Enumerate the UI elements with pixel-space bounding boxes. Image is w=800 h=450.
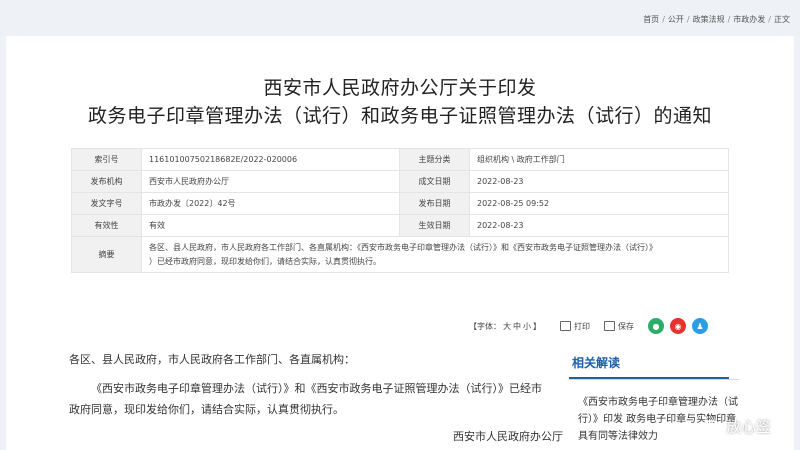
table-row: 摘要 各区、县人民政府，市人民政府各工作部门、各直属机构：《西安市政务电子印章管… — [71, 236, 729, 273]
salutation: 各区、县人民政府，市人民政府各工作部门、各直属机构： — [69, 353, 355, 366]
published-value: 2022-08-25 09:52 — [469, 192, 729, 215]
print-label: 打印 — [574, 321, 590, 331]
font-size-label: 【字体： — [469, 321, 501, 331]
wechat-share-icon[interactable]: ● — [648, 318, 664, 334]
font-size-control: 【字体：大中小】 — [468, 321, 542, 332]
index-label: 索引号 — [71, 148, 142, 171]
summary-label: 摘要 — [71, 236, 142, 273]
signature: 西安市人民政府办公厅 — [453, 430, 563, 443]
page-title-line2: 政务电子印章管理办法（试行）和政务电子证照管理办法（试行）的通知 — [87, 105, 712, 127]
validity-value: 有效 — [141, 214, 400, 237]
category-value: 组织机构 \ 政府工作部门 — [469, 148, 729, 171]
font-large-button[interactable]: 大 — [503, 322, 511, 331]
watermark: 放心签 — [700, 416, 771, 437]
effective-label: 生效日期 — [399, 214, 470, 237]
validity-label: 有效性 — [71, 214, 142, 237]
metadata-table: 索引号 11610100750218682E/2022-020006 主题分类 … — [71, 148, 729, 273]
watermark-text: 放心签 — [726, 418, 772, 436]
qq-share-icon[interactable]: ♟ — [692, 318, 708, 334]
sidebar-title: 相关解读 — [572, 356, 621, 370]
weibo-share-icon[interactable]: ◉ — [670, 318, 686, 334]
effective-value: 2022-08-23 — [469, 214, 729, 237]
sidebar-accent-line — [569, 377, 729, 379]
breadcrumb-current: 正文 — [774, 15, 790, 24]
font-size-end: 】 — [533, 321, 541, 331]
summary-line1: 各区、县人民政府，市人民政府各工作部门、各直属机构：《西安市政务电子印章管理办法… — [149, 242, 657, 252]
print-button[interactable]: 打印 — [560, 321, 590, 332]
created-value: 2022-08-23 — [469, 170, 729, 193]
table-row: 发布机构 西安市人民政府办公厅 成文日期 2022-08-23 — [71, 170, 729, 193]
sidebar-divider — [569, 379, 739, 380]
body-paragraph: 《西安市政务电子印章管理办法（试行）》和《西安市政务电子证照管理办法（试行）》已… — [69, 382, 542, 416]
printer-icon — [560, 321, 571, 331]
published-label: 发布日期 — [399, 192, 470, 215]
save-button[interactable]: 保存 — [604, 321, 634, 332]
watermark-logo-icon — [702, 419, 720, 437]
article-toolbar: 【字体：大中小】 打印 保存 ● ◉ ♟ — [468, 318, 714, 334]
category-label: 主题分类 — [399, 148, 470, 171]
font-small-button[interactable]: 小 — [523, 322, 531, 331]
summary-value: 各区、县人民政府，市人民政府各工作部门、各直属机构：《西安市政务电子印章管理办法… — [141, 236, 729, 273]
save-label: 保存 — [618, 321, 634, 331]
breadcrumb-home[interactable]: 首页 — [643, 15, 659, 24]
issuer-label: 发布机构 — [71, 170, 142, 193]
page-title-line1: 西安市人民政府办公厅关于印发 — [263, 77, 537, 99]
summary-line2: ）已经市政府同意，现印发给你们，请结合实际，认真贯彻执行。 — [149, 256, 381, 266]
created-label: 成文日期 — [399, 170, 470, 193]
breadcrumb: 首页 / 公开 / 政策法规 / 市政办发 / 正文 — [643, 15, 790, 24]
breadcrumb-public[interactable]: 公开 — [668, 15, 684, 24]
font-medium-button[interactable]: 中 — [513, 322, 521, 331]
save-icon — [604, 321, 615, 331]
issuer-value: 西安市人民政府办公厅 — [141, 170, 400, 193]
index-value: 11610100750218682E/2022-020006 — [141, 148, 400, 171]
breadcrumb-policy[interactable]: 政策法规 — [693, 15, 725, 24]
docno-value: 市政办发〔2022〕42号 — [141, 192, 400, 215]
table-row: 有效性 有效 生效日期 2022-08-23 — [71, 214, 729, 237]
breadcrumb-municipal[interactable]: 市政办发 — [733, 15, 765, 24]
table-row: 索引号 11610100750218682E/2022-020006 主题分类 … — [71, 148, 729, 171]
table-row: 发文字号 市政办发〔2022〕42号 发布日期 2022-08-25 09:52 — [71, 192, 729, 215]
docno-label: 发文字号 — [71, 192, 142, 215]
